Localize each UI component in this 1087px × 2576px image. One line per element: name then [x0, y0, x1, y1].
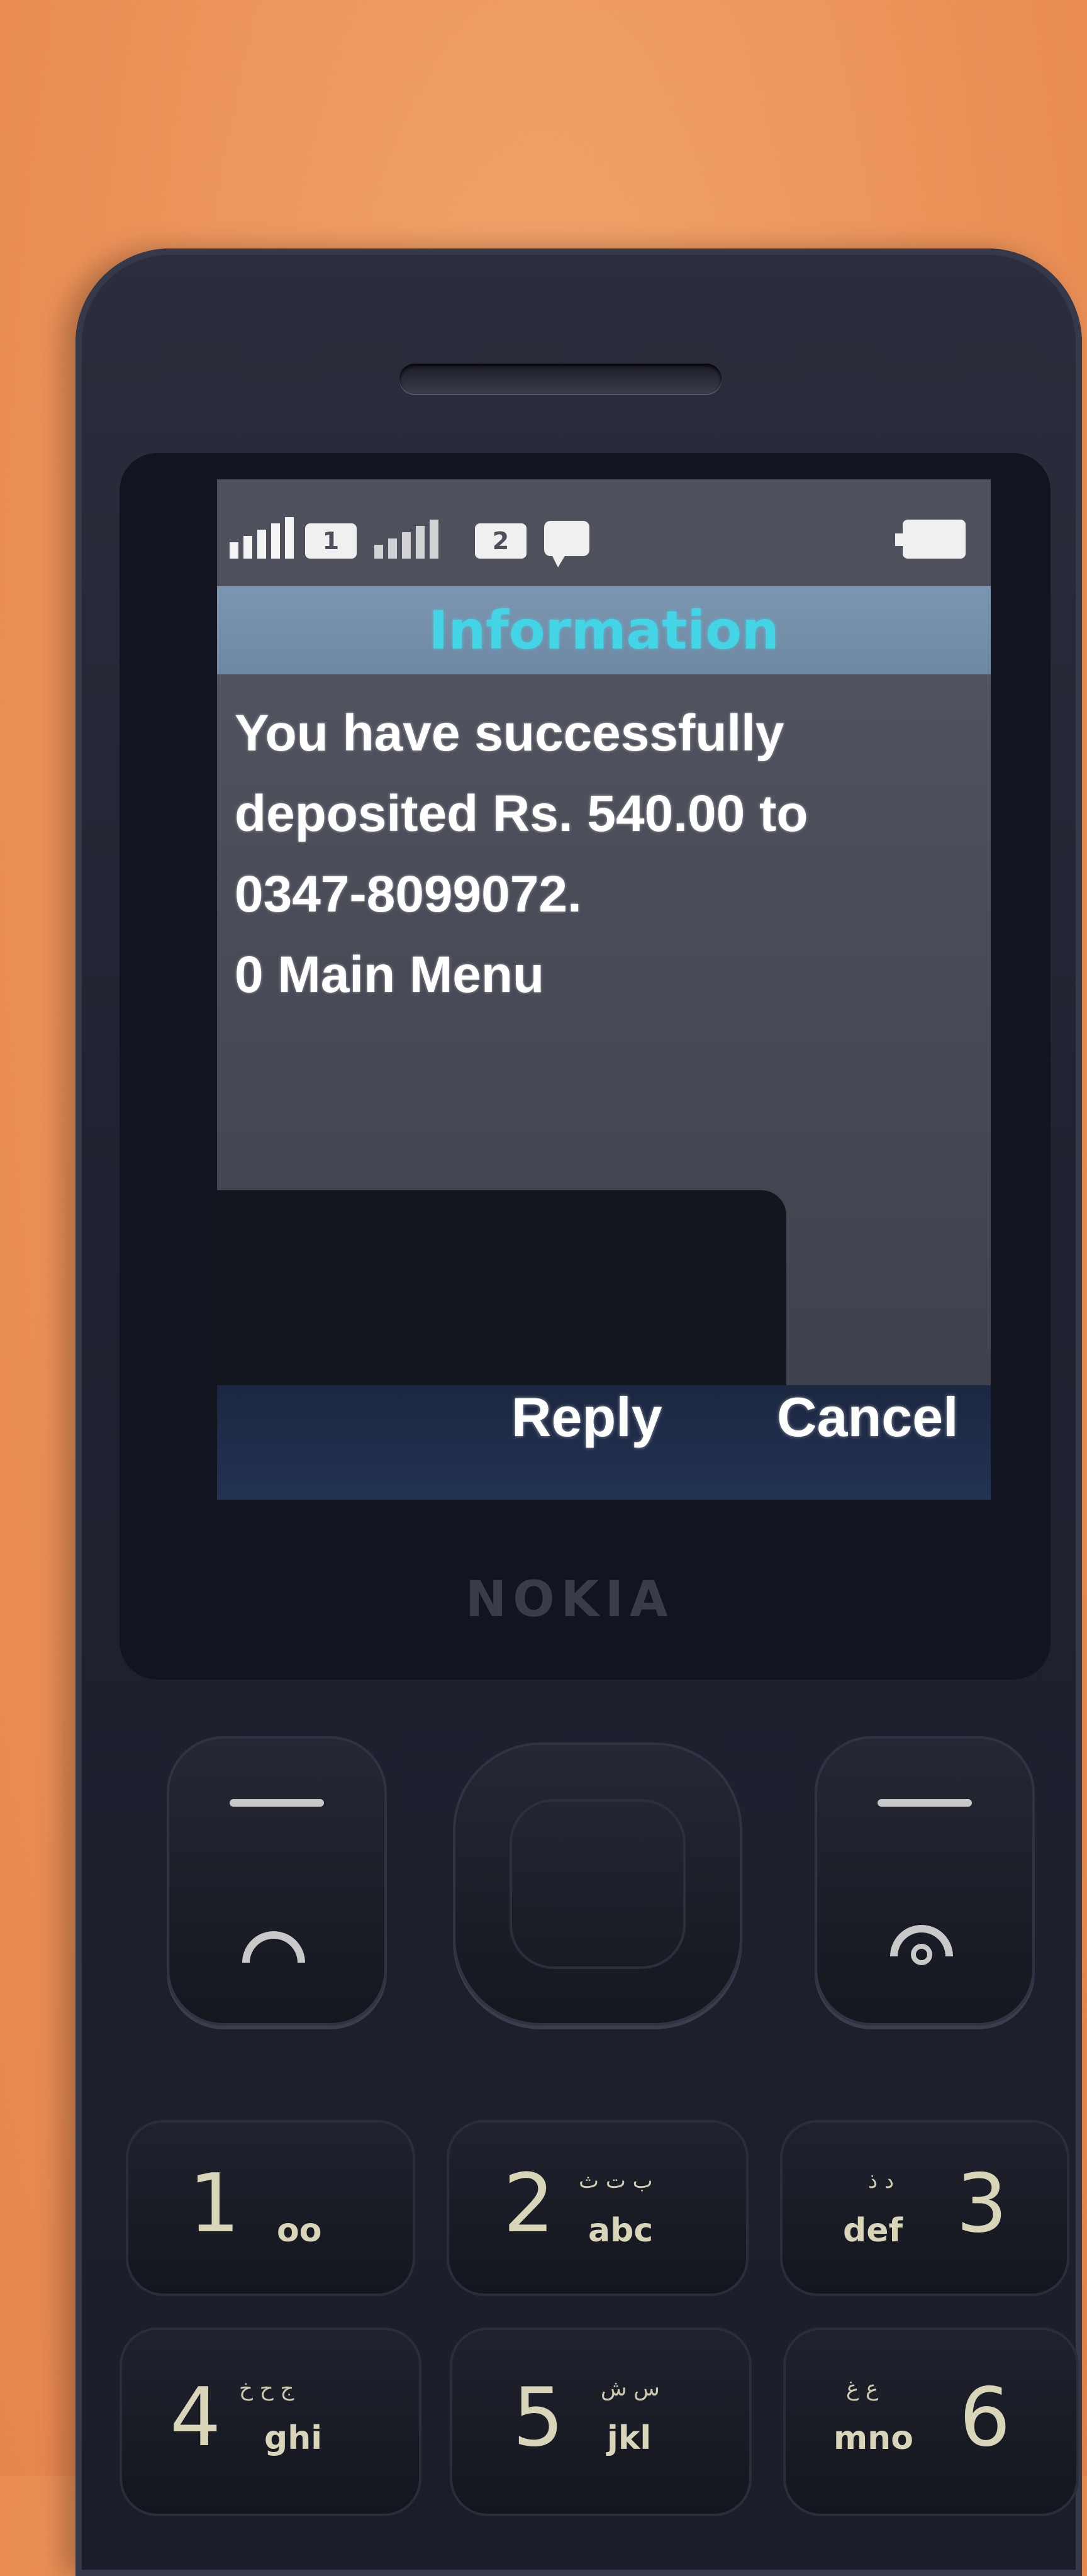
navigation-dpad[interactable]: [453, 1742, 742, 2026]
message-icon: [544, 521, 589, 567]
message-line: 0347-8099072.: [235, 866, 582, 923]
key-sub-letters: ع غ: [846, 2376, 879, 2401]
message-line: deposited Rs. 540.00 to: [235, 785, 808, 842]
key-letters: jkl: [607, 2419, 652, 2457]
brand-logo: NOKIA: [465, 1571, 674, 1628]
battery-icon: [895, 520, 966, 559]
reply-softkey[interactable]: Reply: [511, 1385, 662, 1500]
key-sub-letters: د ذ: [868, 2168, 895, 2194]
dialog-title: Information: [428, 599, 779, 661]
dialog-message: You have successfully deposited Rs. 540.…: [235, 693, 977, 1015]
status-bar: 1 2: [217, 479, 991, 586]
key-2[interactable]: 2 ب ت ث abc: [447, 2120, 749, 2296]
key-number: 3: [956, 2157, 1008, 2251]
key-sub-letters: س ش: [601, 2376, 660, 2401]
key-sub-letters: ج ح خ: [239, 2376, 294, 2401]
key-number: 1: [189, 2157, 240, 2251]
sim2-icon: 2: [475, 523, 527, 559]
key-letters: def: [843, 2212, 903, 2250]
key-4[interactable]: 4 ج ح خ ghi: [120, 2328, 421, 2516]
key-letters: ghi: [264, 2419, 323, 2457]
earpiece-speaker: [399, 364, 722, 394]
sim1-icon: 1: [305, 523, 357, 559]
power-dot-icon: [911, 1944, 932, 1965]
key-6[interactable]: ع غ mno 6: [783, 2328, 1079, 2516]
voicemail-icon: oo: [277, 2212, 322, 2250]
left-softkey-dash-icon: [230, 1799, 324, 1807]
key-3[interactable]: د ذ def 3: [780, 2120, 1069, 2296]
right-selection-end-key[interactable]: [815, 1736, 1035, 2026]
dialog-title-bar: Information: [217, 586, 991, 674]
center-select-key[interactable]: [510, 1799, 686, 1969]
key-letters: abc: [588, 2212, 654, 2250]
left-selection-call-key[interactable]: [167, 1736, 387, 2026]
cancel-softkey[interactable]: Cancel: [777, 1385, 959, 1500]
key-sub-letters: ب ت ث: [579, 2168, 653, 2194]
key-5[interactable]: 5 س ش jkl: [450, 2328, 752, 2516]
message-line-main-menu-option[interactable]: 0 Main Menu: [235, 935, 977, 1015]
phone-screen: 1 2 Information You have successfully de…: [217, 479, 991, 1500]
key-number: 4: [170, 2371, 221, 2465]
key-1[interactable]: 1 oo: [126, 2120, 415, 2296]
message-line: You have successfully: [235, 705, 784, 762]
softkey-bar: Reply Cancel: [217, 1385, 991, 1500]
call-icon: [242, 1931, 305, 1963]
key-number: 5: [513, 2371, 564, 2465]
right-softkey-dash-icon: [878, 1799, 972, 1807]
key-letters: mno: [833, 2419, 913, 2457]
key-number: 6: [959, 2371, 1011, 2465]
key-number: 2: [503, 2157, 555, 2251]
